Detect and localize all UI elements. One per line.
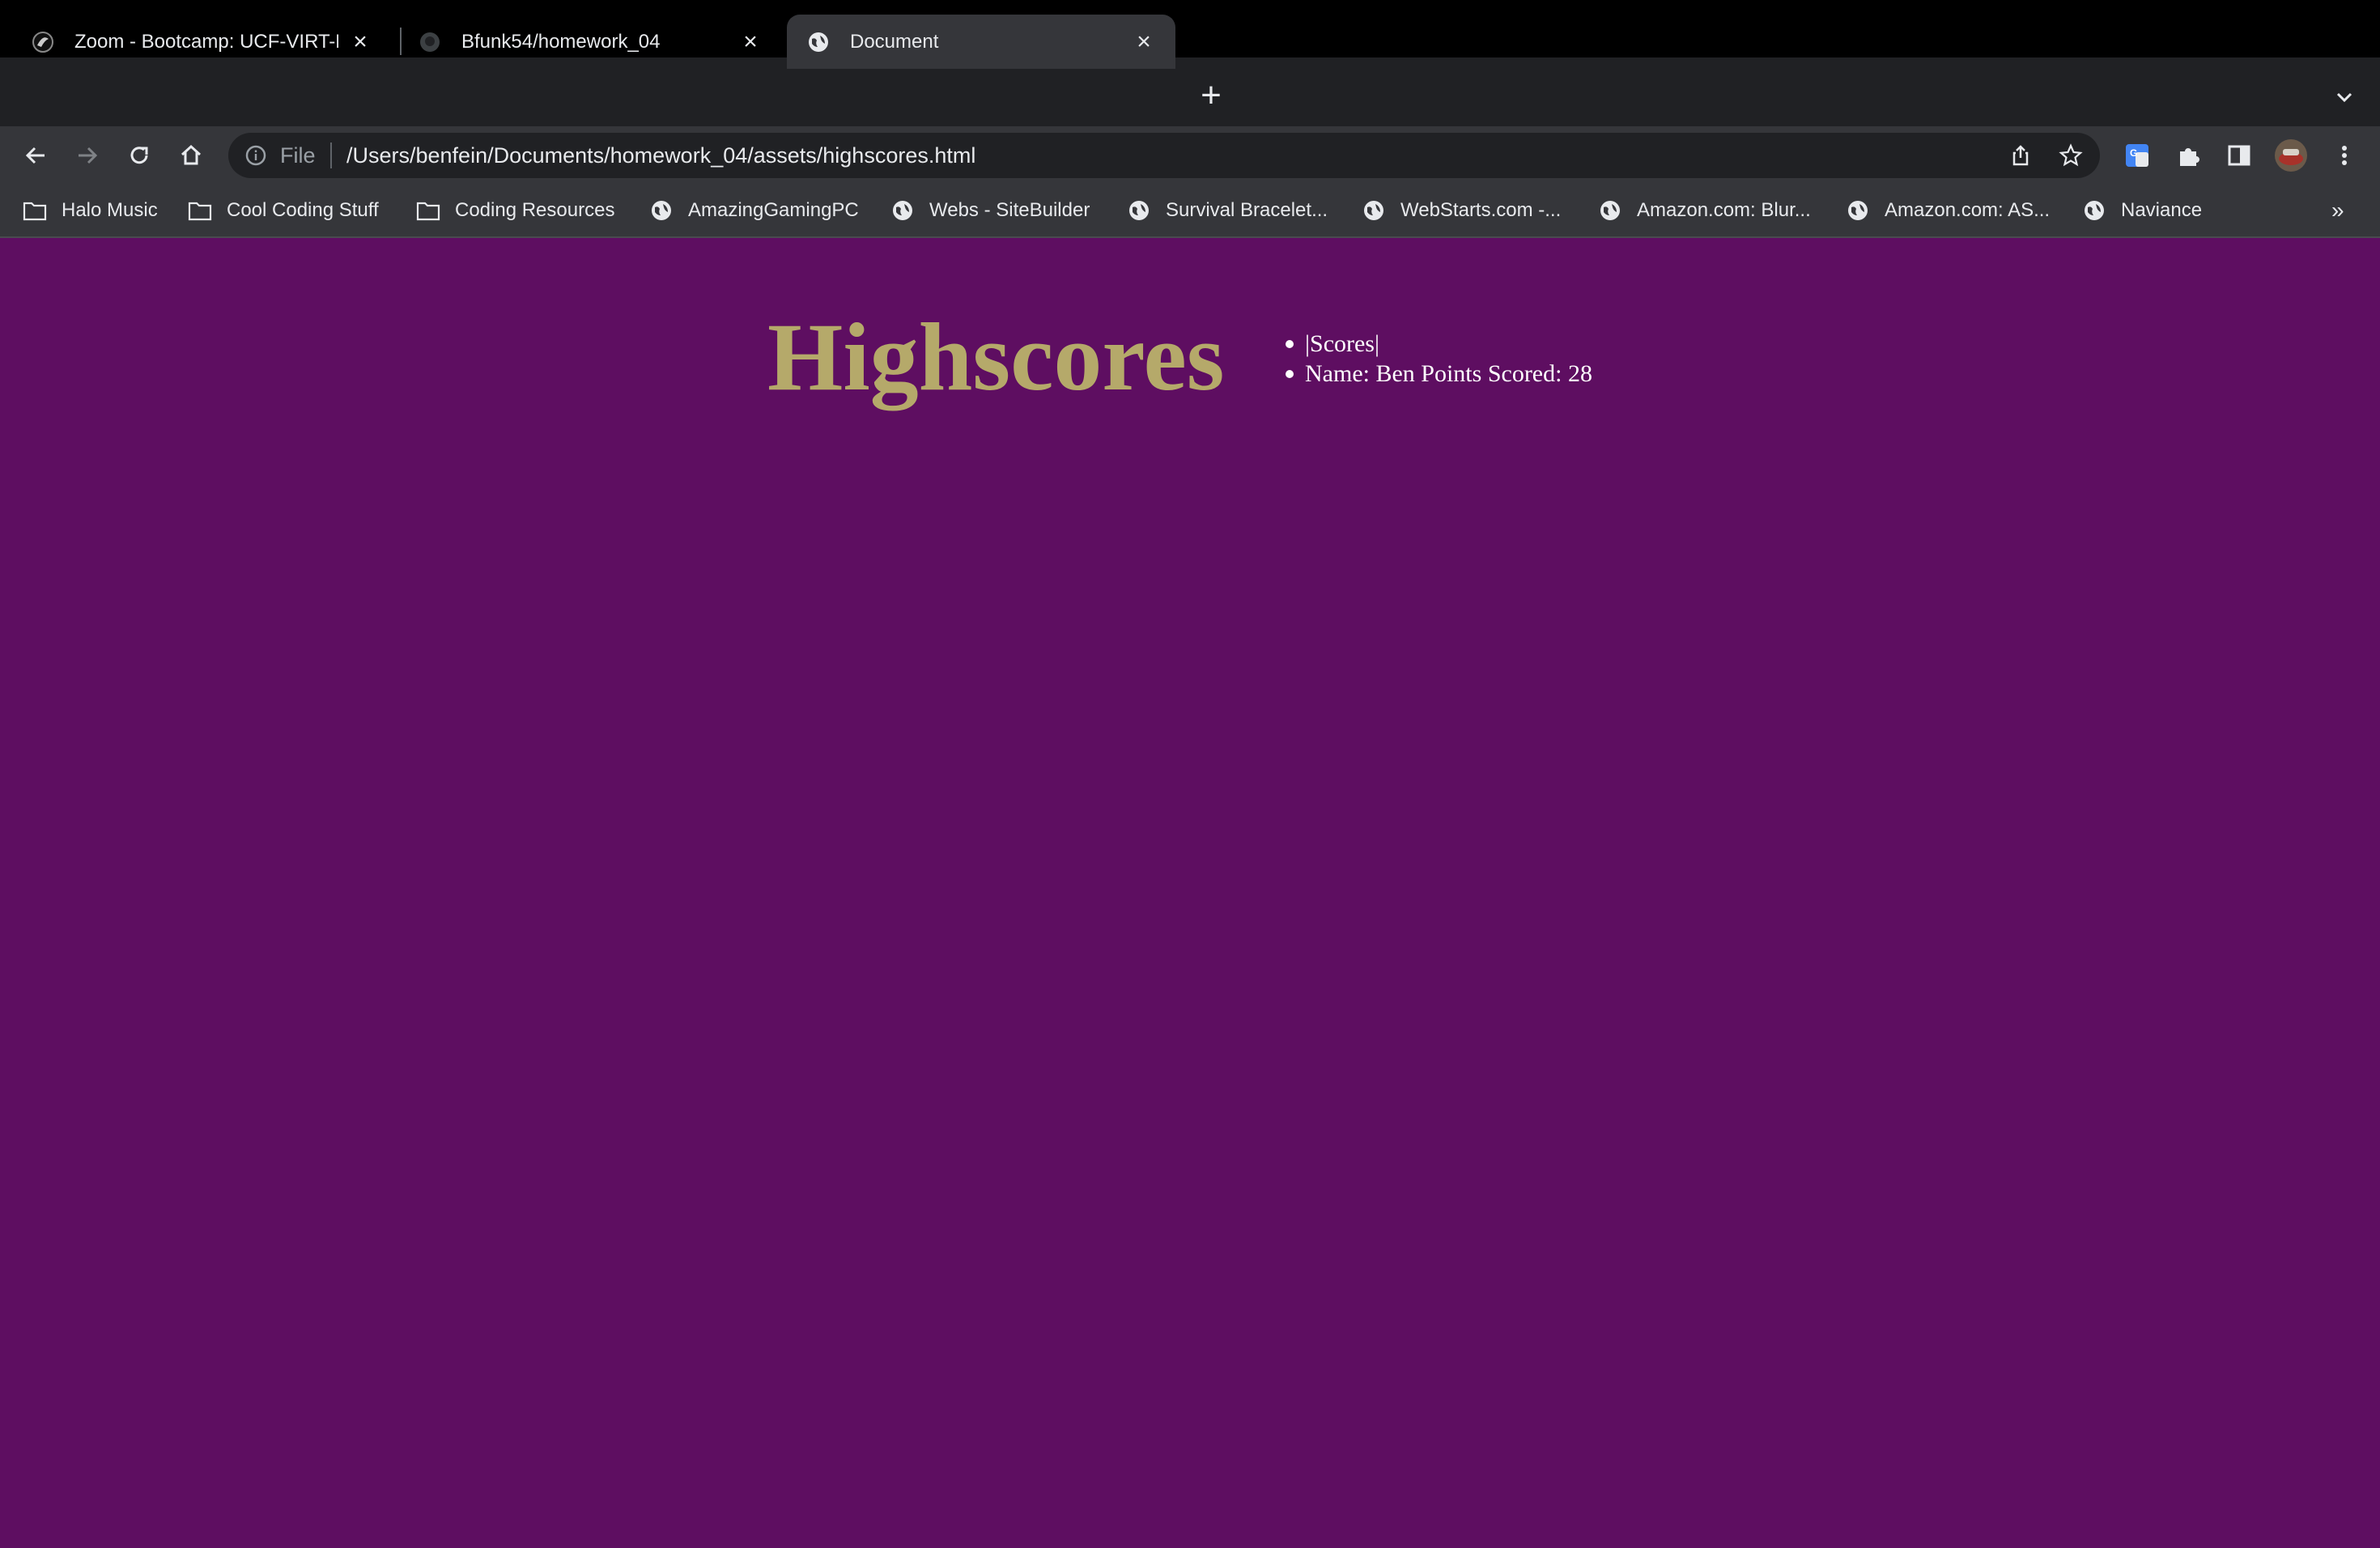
profile-avatar[interactable] xyxy=(2273,138,2309,173)
bookmark-label: Cool Coding Stuff xyxy=(227,199,379,221)
list-item: |Scores| xyxy=(1286,329,1592,359)
back-arrow-icon xyxy=(25,147,45,164)
home-button[interactable] xyxy=(173,138,209,173)
bookmark-label: Amazon.com: AS... xyxy=(1885,199,2051,221)
bookmark-label: WebStarts.com -... xyxy=(1400,199,1562,221)
highscores-list: |Scores| Name: Ben Points Scored: 28 xyxy=(1286,329,1592,389)
bookmark-coding-resources[interactable]: Coding Resources xyxy=(416,185,614,236)
more-menu-icon[interactable] xyxy=(2327,138,2362,173)
bookmark-webs-sitebuilder[interactable]: Webs - SiteBuilder xyxy=(890,185,1090,236)
address-bar[interactable]: File /Users/benfein/Documents/homework_0… xyxy=(228,133,2100,178)
close-icon[interactable]: × xyxy=(348,28,372,55)
folder-icon xyxy=(23,198,47,223)
forward-arrow-icon xyxy=(79,147,98,164)
tab-title: Bfunk54/homework_04 xyxy=(461,30,661,53)
home-icon xyxy=(181,144,202,165)
bookmark-cool-coding-stuff[interactable]: Cool Coding Stuff xyxy=(188,185,379,236)
bookmark-survival-bracelet[interactable]: Survival Bracelet... xyxy=(1127,185,1328,236)
extensions-puzzle-icon[interactable] xyxy=(2171,138,2207,173)
page-title: Highscores xyxy=(767,303,1225,410)
globe-icon xyxy=(1598,198,1622,223)
bookmark-halo-music[interactable]: Halo Music xyxy=(23,185,158,236)
globe-icon xyxy=(2082,198,2106,223)
omnibox-divider xyxy=(330,142,332,168)
page-content: Highscores |Scores| Name: Ben Points Sco… xyxy=(0,238,2380,1548)
new-tab-button[interactable]: + xyxy=(1195,75,1227,115)
tab-zoom[interactable]: Zoom - Bootcamp: UCF-VIRT-FSF × xyxy=(11,15,392,69)
bookmark-naviance[interactable]: Naviance xyxy=(2082,185,2202,236)
tab-title: Document xyxy=(850,30,939,53)
bookmark-label: Halo Music xyxy=(62,199,158,221)
bookmark-amazon-blur[interactable]: Amazon.com: Blur... xyxy=(1598,185,1811,236)
close-icon[interactable]: × xyxy=(738,28,763,55)
forward-button[interactable] xyxy=(70,138,105,173)
github-icon xyxy=(418,30,442,54)
star-icon[interactable] xyxy=(2055,139,2087,172)
back-button[interactable] xyxy=(18,138,53,173)
info-icon[interactable] xyxy=(243,142,269,168)
bookmark-label: Amazon.com: Blur... xyxy=(1637,199,1811,221)
globe-icon xyxy=(1127,198,1151,223)
url-text[interactable]: /Users/benfein/Documents/homework_04/ass… xyxy=(346,142,975,168)
tab-search-chevron-icon[interactable] xyxy=(2330,83,2359,112)
bookmark-label: Naviance xyxy=(2121,199,2203,221)
side-panel-icon[interactable] xyxy=(2221,138,2257,173)
bookmark-amazinggamingpc[interactable]: AmazingGamingPC xyxy=(649,185,859,236)
svg-text:G: G xyxy=(2130,147,2137,159)
share-icon[interactable] xyxy=(2004,139,2037,172)
reload-button[interactable] xyxy=(121,138,157,173)
folder-icon xyxy=(416,198,440,223)
close-icon[interactable]: × xyxy=(1132,28,1156,55)
translate-extension-icon[interactable]: G xyxy=(2119,138,2155,173)
bookmark-amazon-as[interactable]: Amazon.com: AS... xyxy=(1846,185,2050,236)
bookmarks-overflow-button[interactable]: » xyxy=(2331,185,2344,236)
bookmark-label: Survival Bracelet... xyxy=(1166,199,1328,221)
globe-icon xyxy=(890,198,915,223)
url-scheme-label: File xyxy=(280,143,316,168)
bookmarks-bar: Halo Music Cool Coding Stuff Coding Reso… xyxy=(0,185,2380,238)
browser-toolbar: File /Users/benfein/Documents/homework_0… xyxy=(0,126,2380,185)
bookmark-label: Coding Resources xyxy=(455,199,615,221)
globe-icon xyxy=(649,198,674,223)
bookmark-label: AmazingGamingPC xyxy=(688,199,859,221)
tab-document[interactable]: Document × xyxy=(787,15,1175,69)
bookmark-webstarts[interactable]: WebStarts.com -... xyxy=(1362,185,1561,236)
bookmark-label: Webs - SiteBuilder xyxy=(929,199,1090,221)
tab-title: Zoom - Bootcamp: UCF-VIRT-FSF xyxy=(74,30,338,53)
list-item: Name: Ben Points Scored: 28 xyxy=(1286,360,1592,387)
tab-github[interactable]: Bfunk54/homework_04 × xyxy=(398,15,782,69)
reload-icon xyxy=(130,147,148,164)
folder-icon xyxy=(188,198,212,223)
zoom-icon xyxy=(31,30,55,54)
globe-icon xyxy=(806,30,831,54)
globe-icon xyxy=(1846,198,1870,223)
globe-icon xyxy=(1362,198,1386,223)
